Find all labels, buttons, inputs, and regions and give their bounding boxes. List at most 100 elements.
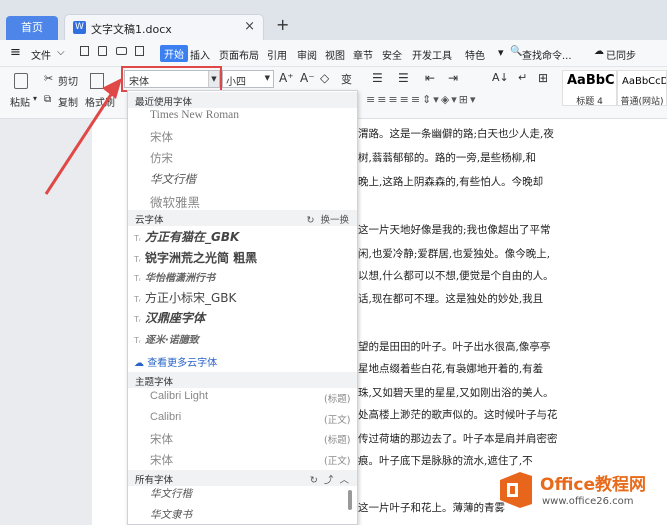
font-option[interactable]: Calibri <box>150 411 181 423</box>
font-size-input[interactable]: 小四 ▼ <box>222 70 274 88</box>
cloud-font-option[interactable]: Tᵣ 方正小标宋_GBK <box>134 289 236 306</box>
document-line: 望的是田田的叶子。叶子出水很高,像亭亭 <box>358 341 551 353</box>
menu-special[interactable]: 特色 <box>465 47 485 62</box>
paste-button[interactable]: 粘贴 <box>10 94 30 109</box>
theme-fonts-header: 主题字体 <box>128 372 357 388</box>
font-size-value: 小四 <box>226 77 246 88</box>
font-option[interactable]: 华文行楷 <box>150 171 196 187</box>
paragraph-align-icons[interactable]: ≡≡≡≡≡⇕▾◈▾⊞▾ <box>366 93 478 106</box>
all-fonts-actions[interactable]: ↻ ⤴ ︿ <box>310 472 349 486</box>
sync-status[interactable]: 已同步 <box>606 47 636 62</box>
font-option[interactable]: 微软雅黑 <box>150 192 200 211</box>
shrink-font-icon[interactable]: A⁻ <box>300 71 315 85</box>
document-line: 珠,又如碧天里的星星,又如刚出浴的美人。 <box>358 387 554 399</box>
save-icon[interactable] <box>80 46 89 56</box>
font-option[interactable]: 宋体 <box>150 129 173 145</box>
document-tab-title: 文字文稿1.docx <box>91 23 172 36</box>
document-line: 星地点缀着些白花,有袅娜地开着的,有羞 <box>358 363 544 375</box>
document-line: 这一片天地好像是我的;我也像超出了平常 <box>358 224 551 236</box>
style-heading-4[interactable]: AaBbC 标题 4 <box>562 70 617 107</box>
document-line: 闲,也爱冷静;爱群居,也爱独处。像今晚上, <box>358 248 551 260</box>
style-normal-web[interactable]: AaBbCcD 普通(网站) <box>617 70 667 106</box>
font-option[interactable]: 宋体 <box>150 431 173 447</box>
font-option[interactable]: 仿宋 <box>150 150 173 166</box>
scissors-icon: ✂ <box>44 72 54 85</box>
document-line: 传过荷塘的那边去了。叶子本是肩并肩密密 <box>358 433 558 445</box>
style-name: 普通(网站) <box>620 97 664 106</box>
cloud-font-icon: Tᵣ <box>134 315 141 324</box>
more-cloud-fonts-link[interactable]: ☁ 查看更多云字体 <box>134 354 217 369</box>
style-preview: AaBbC <box>567 73 615 88</box>
cloud-font-option[interactable]: Tᵣ 逐米·诺臆致 <box>134 331 199 346</box>
watermark: Office教程网 www.office26.com <box>496 466 664 518</box>
font-dropdown-panel: 最近使用字体 Times New Roman 宋体 仿宋 华文行楷 微软雅黑 云… <box>127 90 358 525</box>
sort-icon[interactable]: A↓ <box>492 71 509 84</box>
refresh-cloud-fonts[interactable]: ↻ 换一换 <box>306 212 349 226</box>
office-logo-icon <box>500 472 532 508</box>
tab-document[interactable]: W 文字文稿1.docx × <box>64 14 264 40</box>
font-role-tag: (正文) <box>324 456 351 467</box>
cloud-more-icon: ☁ <box>134 358 144 369</box>
cloud-font-icon: Tᵣ <box>134 336 141 345</box>
menu-security[interactable]: 安全 <box>382 47 402 62</box>
document-line: 树,蓊蓊郁郁的。路的一旁,是些杨柳,和 <box>358 152 537 164</box>
print-preview-icon[interactable] <box>135 46 144 56</box>
font-size-caret-icon[interactable]: ▼ <box>265 74 270 82</box>
cloud-font-icon: Tᵣ <box>134 234 141 243</box>
collapse-icon: ︿ <box>339 475 349 486</box>
paste-caret-icon[interactable]: ▾ <box>33 94 37 103</box>
document-line: 处高楼上渺茫的歌声似的。这时候叶子与花 <box>358 409 558 421</box>
numbered-list-icon[interactable]: ☰ <box>398 71 409 85</box>
menu-bar: ≡ 文件 ⌵ 开始 插入 页面布局 引用 审阅 视图 章节 安全 开发工具 特色… <box>0 40 667 67</box>
document-line: 话,现在都可不理。这是独处的妙处,我且 <box>358 293 544 305</box>
menu-more-icon[interactable]: ▾ <box>498 46 504 59</box>
font-option[interactable]: 宋体 <box>150 452 173 468</box>
menu-section[interactable]: 章节 <box>353 47 373 62</box>
bullet-list-icon[interactable]: ☰ <box>372 71 383 85</box>
hamburger-menu-icon[interactable]: ≡ <box>10 45 21 60</box>
paragraph-mark-icon[interactable]: ↵ <box>518 71 527 84</box>
increase-indent-icon[interactable]: ⇥ <box>448 71 458 85</box>
cloud-font-option[interactable]: Tᵣ 华怡楷潇洲行书 <box>134 269 215 284</box>
paste-icon[interactable] <box>14 73 28 89</box>
font-option[interactable]: Times New Roman <box>150 109 239 121</box>
command-search[interactable]: 查找命令... <box>522 47 572 62</box>
file-caret-icon[interactable]: ⌵ <box>57 47 65 58</box>
document-line: 渭路。这是一条幽僻的路;白天也少人走,夜 <box>358 128 554 140</box>
menu-view[interactable]: 视图 <box>325 47 345 62</box>
font-option[interactable]: Calibri Light <box>150 390 208 402</box>
close-tab-icon[interactable]: × <box>244 19 255 34</box>
format-painter-button[interactable]: 格式刷 <box>85 94 115 109</box>
border-icon[interactable]: ⊞ <box>538 71 548 85</box>
font-option[interactable]: 华文隶书 <box>150 507 192 522</box>
font-role-tag: (正文) <box>324 415 351 426</box>
menu-references[interactable]: 引用 <box>267 47 287 62</box>
format-painter-icon[interactable] <box>90 73 104 89</box>
menu-page-layout[interactable]: 页面布局 <box>219 47 259 62</box>
menu-start[interactable]: 开始 <box>160 45 188 62</box>
refresh-icon: ↻ <box>306 215 315 226</box>
tab-home[interactable]: 首页 <box>6 16 58 40</box>
font-option[interactable]: 华文行楷 <box>150 486 192 501</box>
cloud-font-option[interactable]: Tᵣ 汉鼎座字体 <box>134 309 205 326</box>
export-pdf-icon[interactable] <box>98 46 107 56</box>
pinyin-icon[interactable]: 变 <box>341 71 352 87</box>
copy-button[interactable]: 复制 <box>58 94 78 109</box>
decrease-indent-icon[interactable]: ⇤ <box>425 71 435 85</box>
menu-review[interactable]: 审阅 <box>297 47 317 62</box>
panel-scrollbar[interactable] <box>348 490 352 510</box>
search-icon: 🔍 <box>510 46 523 57</box>
cloud-font-option[interactable]: Tᵣ 锐字洲荒之光简 粗黑 <box>134 249 257 266</box>
menu-insert[interactable]: 插入 <box>190 47 210 62</box>
new-tab-button[interactable]: + <box>276 15 289 34</box>
cut-button[interactable]: 剪切 <box>58 73 78 88</box>
document-line: 晚上,这路上阴森森的,有些怕人。今晚却 <box>358 176 544 188</box>
print-icon[interactable] <box>116 47 127 55</box>
grow-font-icon[interactable]: A⁺ <box>279 71 294 85</box>
menu-developer[interactable]: 开发工具 <box>412 47 452 62</box>
menu-file[interactable]: 文件 <box>31 47 51 62</box>
clear-format-icon[interactable]: ◇ <box>320 71 329 85</box>
cloud-font-icon: Tᵣ <box>134 295 141 304</box>
document-line: 以想,什么都可以不想,便觉是个自由的人。 <box>358 270 554 282</box>
cloud-font-option[interactable]: Tᵣ 方正有猫在_GBK <box>134 228 239 245</box>
